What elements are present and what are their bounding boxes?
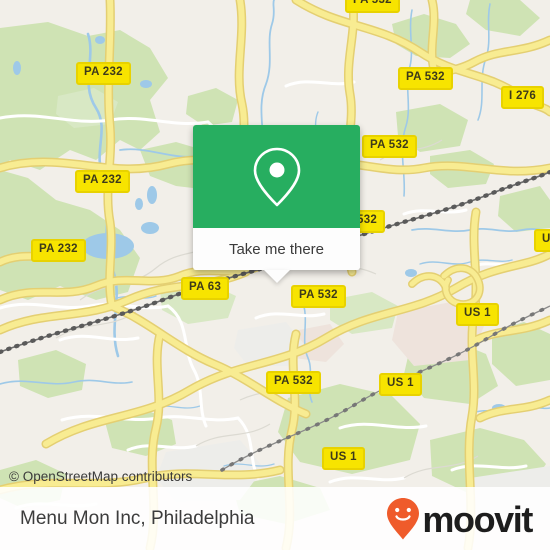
road-shield-pa-63: PA 63 <box>181 277 230 300</box>
take-me-there-popup[interactable]: Take me there <box>193 125 360 283</box>
moovit-smiley-pin-icon <box>386 497 420 541</box>
road-shield-pa-532-south: PA 532 <box>266 371 321 394</box>
road-shield-us-1-south: US 1 <box>379 373 422 396</box>
road-shield-pa-232-mid: PA 232 <box>75 170 130 193</box>
road-shield-us-1-interchange: US 1 <box>456 303 499 326</box>
osm-attribution[interactable]: © OpenStreetMap contributors <box>9 469 192 484</box>
moovit-wordmark: moovit <box>422 498 533 540</box>
footer-bar: Menu Mon Inc, Philadelphia moovit <box>0 487 550 550</box>
road-shield-us-1-right-edge: US 1 <box>534 229 550 252</box>
road-shield-us-1-bottom: US 1 <box>322 447 365 470</box>
popup-pointer-tail <box>263 270 290 283</box>
popup-header <box>193 125 360 228</box>
road-shield-pa-232-west: PA 232 <box>31 239 86 262</box>
moovit-logo[interactable]: moovit <box>386 497 533 541</box>
popup-action-area[interactable]: Take me there <box>193 228 360 283</box>
map-screenshot: PA 532 PA 232 PA 532 I 276 PA 532 PA 232… <box>0 0 550 550</box>
take-me-there-label: Take me there <box>228 240 325 258</box>
road-shield-i-276: I 276 <box>501 86 545 109</box>
road-shield-pa-532-upper: PA 532 <box>362 135 417 158</box>
road-shield-pa-232-north: PA 232 <box>76 62 131 85</box>
location-pin-icon <box>250 146 304 208</box>
road-shield-pa-532-top: PA 532 <box>398 67 453 90</box>
place-name-label: Menu Mon Inc, Philadelphia <box>20 507 255 529</box>
road-shield-top-cut: PA 532 <box>345 0 400 13</box>
road-shield-pa-532-center: PA 532 <box>291 285 346 308</box>
